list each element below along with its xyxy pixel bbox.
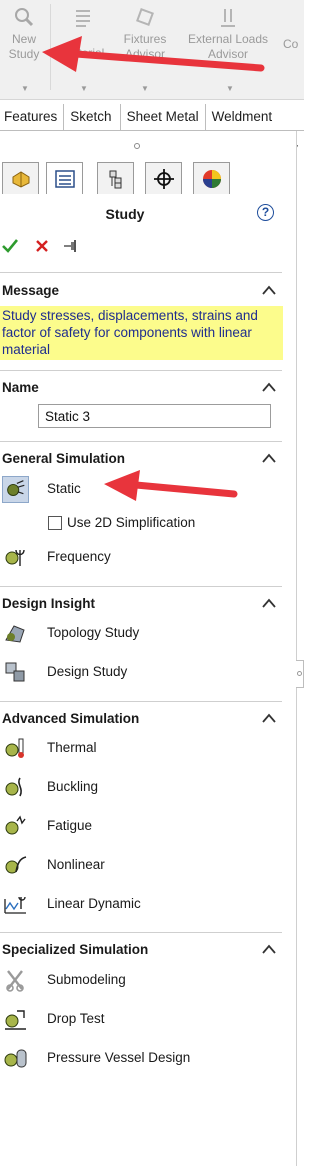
section-divider xyxy=(0,441,282,442)
feature-manager-tab[interactable] xyxy=(2,162,39,194)
dimxpert-icon xyxy=(153,168,174,189)
buckling-label: Buckling xyxy=(47,779,99,794)
study-type-thermal[interactable]: Thermal xyxy=(0,734,282,764)
study-name-input[interactable] xyxy=(38,404,271,428)
study-type-topology[interactable]: Topology Study xyxy=(0,619,282,649)
study-type-nonlinear[interactable]: Nonlinear xyxy=(0,851,282,881)
section-divider xyxy=(0,370,282,371)
pressure-vessel-study-icon xyxy=(4,1049,27,1068)
specialized-simulation-header: Specialized Simulation xyxy=(2,942,149,957)
submodeling-study-icon xyxy=(6,970,24,992)
configuration-manager-icon xyxy=(109,170,121,188)
tab-features[interactable]: Features xyxy=(0,104,65,131)
general-simulation-header: General Simulation xyxy=(2,451,126,466)
ribbon-next-button[interactable]: Co xyxy=(283,37,305,52)
fixtures-advisor-icon xyxy=(136,8,154,26)
property-manager-icon xyxy=(54,169,75,188)
page-title: Study xyxy=(105,206,145,222)
section-divider xyxy=(0,932,282,933)
chevron-up-icon[interactable] xyxy=(262,598,276,608)
study-type-buckling[interactable]: Buckling xyxy=(0,773,282,803)
use-2d-simplification-checkbox[interactable] xyxy=(48,516,62,530)
section-divider xyxy=(0,586,282,587)
buckling-study-icon xyxy=(5,777,22,797)
static-study-icon xyxy=(2,476,29,503)
ok-checkmark-icon[interactable] xyxy=(2,238,18,254)
command-manager-tabs: Features Sketch Sheet Metal Weldment xyxy=(0,104,304,131)
design-study-icon xyxy=(5,662,25,682)
new-study-label: New Study xyxy=(8,32,40,61)
annotation-arrow xyxy=(42,36,265,72)
drop-test-label: Drop Test xyxy=(47,1011,105,1026)
tab-sheet-metal[interactable]: Sheet Metal xyxy=(121,104,206,131)
chevron-up-icon[interactable] xyxy=(262,382,276,392)
submodeling-label: Submodeling xyxy=(47,972,126,987)
section-divider xyxy=(0,701,282,702)
frequency-study-icon xyxy=(5,549,25,566)
thermal-study-icon xyxy=(5,738,24,758)
material-icon xyxy=(76,10,90,27)
study-type-frequency[interactable]: Frequency xyxy=(0,543,282,573)
use-2d-simplification-label: Use 2D Simplification xyxy=(67,515,196,530)
advanced-simulation-header: Advanced Simulation xyxy=(2,711,140,726)
frequency-label: Frequency xyxy=(47,549,111,564)
study-type-submodeling[interactable]: Submodeling xyxy=(0,966,282,996)
display-manager-icon xyxy=(202,169,221,188)
study-type-linear-dynamic[interactable]: Linear Dynamic xyxy=(0,890,282,920)
design-study-label: Design Study xyxy=(47,664,128,679)
chevron-down-icon[interactable]: ▼ xyxy=(21,84,29,93)
fatigue-label: Fatigue xyxy=(47,818,93,833)
panel-resize-grip[interactable] xyxy=(296,660,304,688)
external-loads-icon xyxy=(221,9,235,27)
help-button[interactable]: ? xyxy=(257,204,274,221)
chevron-down-icon[interactable]: ▼ xyxy=(226,84,234,93)
name-section-header: Name xyxy=(2,380,39,395)
linear-dynamic-study-icon xyxy=(4,896,26,914)
tab-weldments[interactable]: Weldment xyxy=(206,104,279,131)
design-insight-header: Design Insight xyxy=(2,596,96,611)
section-divider xyxy=(0,272,282,273)
pressure-vessel-label: Pressure Vessel Design xyxy=(47,1050,191,1065)
cancel-x-icon[interactable] xyxy=(35,239,49,253)
manager-tabs xyxy=(0,162,240,194)
message-text: Study stresses, displacements, strains a… xyxy=(0,306,283,360)
study-type-drop-test[interactable]: Drop Test xyxy=(0,1005,282,1035)
message-section-header: Message xyxy=(2,283,60,298)
chevron-up-icon[interactable] xyxy=(262,713,276,723)
chevron-down-icon[interactable]: ▼ xyxy=(141,84,149,93)
thermal-label: Thermal xyxy=(47,740,97,755)
topology-study-label: Topology Study xyxy=(47,625,140,640)
panel-collapse-handle[interactable] xyxy=(134,143,140,149)
topology-study-icon xyxy=(5,625,25,643)
pushpin-icon[interactable] xyxy=(63,239,81,253)
tab-sketch[interactable]: Sketch xyxy=(64,104,121,131)
study-type-fatigue[interactable]: Fatigue xyxy=(0,812,282,842)
feature-manager-icon xyxy=(12,170,29,188)
chevron-up-icon[interactable] xyxy=(262,453,276,463)
ribbon-next-label: Co xyxy=(283,37,299,51)
ok-cancel-bar xyxy=(0,234,120,260)
drop-test-study-icon xyxy=(5,1010,26,1030)
study-type-design[interactable]: Design Study xyxy=(0,658,282,688)
dimxpert-manager-tab[interactable] xyxy=(145,162,182,194)
fatigue-study-icon xyxy=(5,815,26,835)
nonlinear-label: Nonlinear xyxy=(47,857,105,872)
chevron-down-icon[interactable]: ▼ xyxy=(80,84,88,93)
linear-dynamic-label: Linear Dynamic xyxy=(47,896,141,911)
study-type-pressure-vessel[interactable]: Pressure Vessel Design xyxy=(0,1044,282,1074)
chevron-up-icon[interactable] xyxy=(262,285,276,295)
annotation-arrow xyxy=(104,470,238,501)
property-manager-tab[interactable] xyxy=(46,162,83,194)
configuration-manager-tab[interactable] xyxy=(97,162,134,194)
nonlinear-study-icon xyxy=(5,856,27,874)
chevron-up-icon[interactable] xyxy=(262,944,276,954)
new-study-icon xyxy=(15,8,34,27)
static-label: Static xyxy=(47,481,81,496)
display-manager-tab[interactable] xyxy=(193,162,230,194)
